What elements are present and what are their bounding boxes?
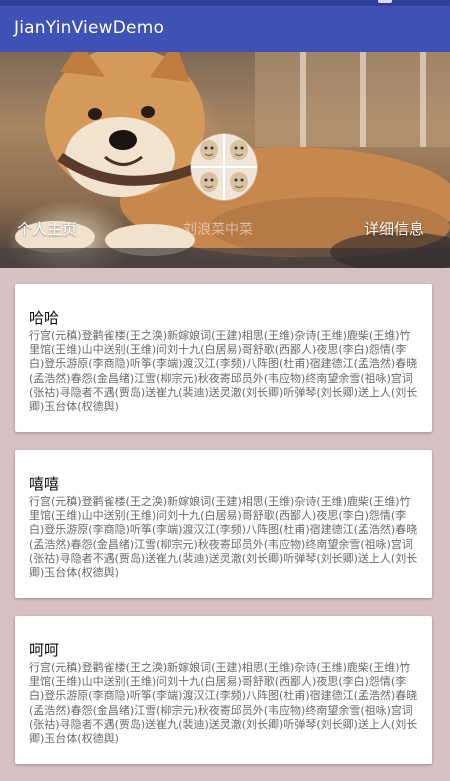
personal-homepage-link[interactable]: 个人主页: [17, 218, 77, 239]
user-name: 刘浪菜中菜: [183, 222, 253, 238]
card-1[interactable]: 哈哈 行宫(元稹)登鹳雀楼(王之涣)新嫁娘词(王建)相思(王维)杂诗(王维)鹿柴…: [15, 284, 432, 432]
card-body: 行宫(元稹)登鹳雀楼(王之涣)新嫁娘词(王建)相思(王维)杂诗(王维)鹿柴(王维…: [29, 495, 418, 580]
profile-header: 个人主页 刘浪菜中菜 详细信息: [0, 52, 450, 268]
card-2[interactable]: 嘻嘻 行宫(元稹)登鹳雀楼(王之涣)新嫁娘词(王建)相思(王维)杂诗(王维)鹿柴…: [15, 450, 432, 598]
card-title: 哈哈: [29, 309, 60, 327]
app-title: JianYinViewDemo: [14, 18, 165, 38]
app-bar: JianYinViewDemo: [0, 6, 450, 52]
avatar[interactable]: [191, 134, 257, 200]
avatar-image: [191, 134, 257, 200]
card-3[interactable]: 呵呵 行宫(元稹)登鹳雀楼(王之涣)新嫁娘词(王建)相思(王维)杂诗(王维)鹿柴…: [15, 616, 432, 764]
card-title: 呵呵: [29, 641, 60, 659]
card-title: 嘻嘻: [29, 475, 60, 493]
details-link[interactable]: 详细信息: [364, 218, 424, 239]
card-body: 行宫(元稹)登鹳雀楼(王之涣)新嫁娘词(王建)相思(王维)杂诗(王维)鹿柴(王维…: [29, 329, 418, 414]
status-indicator: [378, 0, 392, 3]
card-body: 行宫(元稹)登鹳雀楼(王之涣)新嫁娘词(王建)相思(王维)杂诗(王维)鹿柴(王维…: [29, 661, 418, 746]
